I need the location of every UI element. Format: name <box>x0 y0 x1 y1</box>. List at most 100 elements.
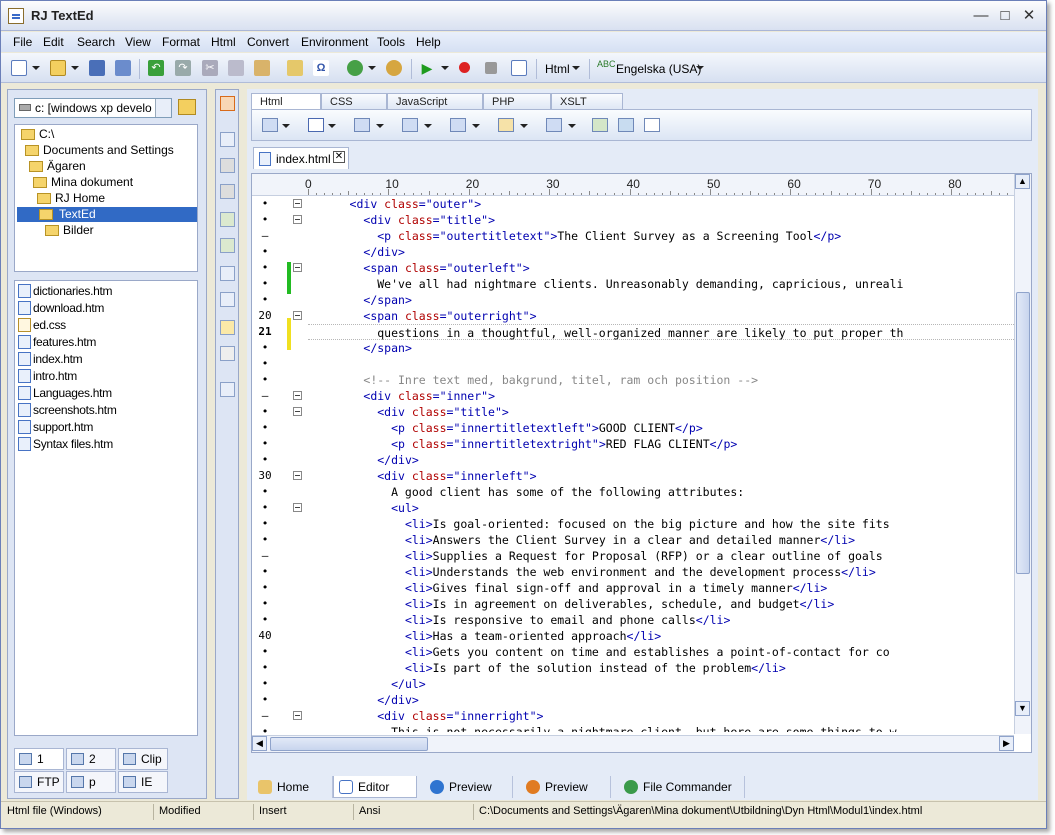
window-icon[interactable] <box>220 382 235 397</box>
fold-toggle-icon[interactable] <box>293 311 302 320</box>
scroll-thumb[interactable] <box>270 737 428 751</box>
tab-xslt[interactable]: XSLT <box>551 93 623 109</box>
save-icon[interactable] <box>89 60 105 76</box>
code-line[interactable]: <div class="outer"> <box>308 196 482 212</box>
list-icon[interactable] <box>450 118 466 132</box>
tree-node[interactable]: C:\ <box>19 127 54 142</box>
code-line[interactable]: <div class="innerleft"> <box>308 468 536 484</box>
chevron-down-icon[interactable] <box>441 66 449 70</box>
vertical-scrollbar[interactable]: ▲ ▼ <box>1014 174 1031 734</box>
code-line[interactable]: </ul> <box>308 676 426 692</box>
tab-css[interactable]: CSS <box>321 93 387 109</box>
omega-symbol-icon[interactable]: Ω <box>313 60 329 76</box>
code-line[interactable]: We've all had nightmare clients. Unreaso… <box>308 276 903 292</box>
fold-toggle-icon[interactable] <box>293 215 302 224</box>
folder-up-icon[interactable] <box>178 99 196 115</box>
scroll-thumb[interactable] <box>1016 292 1030 574</box>
horizontal-scrollbar[interactable]: ◀ ▶ <box>252 735 1014 752</box>
code-line[interactable]: </span> <box>308 340 411 356</box>
file-item[interactable]: Syntax files.htm <box>17 436 113 452</box>
close-panel-icon[interactable] <box>220 96 235 111</box>
redo-icon[interactable]: ↷ <box>175 60 191 76</box>
code-line[interactable]: <div class="title"> <box>308 404 509 420</box>
page-icon[interactable] <box>220 132 235 147</box>
tree-node[interactable]: RJ Home <box>35 191 105 206</box>
code-line[interactable]: <p class="innertitletextleft">GOOD CLIEN… <box>308 420 703 436</box>
maximize-button[interactable]: □ <box>995 7 1015 25</box>
file-item[interactable]: dictionaries.htm <box>17 283 113 299</box>
code-line[interactable]: <li>Is responsive to email and phone cal… <box>308 612 730 628</box>
tab-php[interactable]: PHP <box>483 93 551 109</box>
tab-ie[interactable]: IE <box>118 771 168 793</box>
menu-view[interactable]: View <box>125 35 151 49</box>
tab-clip[interactable]: Clip <box>118 748 168 770</box>
tab-2[interactable]: 2 <box>66 748 116 770</box>
form-icon[interactable] <box>498 118 514 132</box>
menu-file[interactable]: File <box>13 35 32 49</box>
chevron-down-icon[interactable] <box>32 66 40 70</box>
outdent-icon[interactable] <box>220 238 235 253</box>
export-page-icon[interactable] <box>220 292 235 307</box>
file-item[interactable]: download.htm <box>17 300 104 316</box>
page-gray-icon[interactable] <box>220 158 235 173</box>
indent-icon[interactable] <box>220 212 235 227</box>
spellcheck-icon[interactable]: ABC <box>597 60 616 76</box>
code-line[interactable]: </div> <box>308 244 405 260</box>
menu-environment[interactable]: Environment <box>301 35 368 49</box>
code-line[interactable]: </div> <box>308 452 419 468</box>
settings-gear-icon[interactable] <box>386 60 402 76</box>
scroll-up-icon[interactable]: ▲ <box>1015 174 1030 189</box>
tree-node[interactable]: Documents and Settings <box>23 143 174 158</box>
chevron-down-icon[interactable] <box>472 124 480 128</box>
code-area[interactable]: <div class="outer"> <div class="title"> … <box>308 196 1014 732</box>
file-item[interactable]: support.htm <box>17 419 93 435</box>
fold-toggle-icon[interactable] <box>293 711 302 720</box>
code-line[interactable]: <li>Gets you content on time and establi… <box>308 644 890 660</box>
minimize-button[interactable]: — <box>971 7 991 25</box>
mode-select[interactable]: Html <box>545 62 570 76</box>
table-icon[interactable] <box>546 118 562 132</box>
code-line[interactable]: <li>Is goal-oriented: focused on the big… <box>308 516 890 532</box>
tag-icon[interactable] <box>308 118 324 132</box>
record-icon[interactable] <box>459 62 470 73</box>
edit-macro-icon[interactable] <box>511 60 527 76</box>
title-bar[interactable]: RJ TextEd — □ ✕ <box>1 1 1046 31</box>
stop-icon[interactable] <box>485 62 497 74</box>
paste-icon[interactable] <box>254 60 270 76</box>
cut-icon[interactable]: ✂ <box>202 60 218 76</box>
tab-1[interactable]: 1 <box>14 748 64 770</box>
chevron-down-icon[interactable] <box>71 66 79 70</box>
code-line[interactable]: <p class="outertitletext">The Client Sur… <box>308 228 841 244</box>
fold-toggle-icon[interactable] <box>293 391 302 400</box>
chevron-down-icon[interactable] <box>328 124 336 128</box>
tab-html[interactable]: Html <box>251 93 321 109</box>
chevron-down-icon[interactable] <box>376 124 384 128</box>
fold-toggle-icon[interactable] <box>293 471 302 480</box>
open-folder-icon[interactable] <box>50 60 66 76</box>
code-line[interactable]: questions in a thoughtful, well-organize… <box>308 324 1014 340</box>
file-item[interactable]: screenshots.htm <box>17 402 117 418</box>
menu-format[interactable]: Format <box>162 35 200 49</box>
tree-node-selected[interactable]: TextEd <box>17 207 197 222</box>
tree-node[interactable]: Ägaren <box>27 159 86 174</box>
file-item[interactable]: index.htm <box>17 351 83 367</box>
menu-html[interactable]: Html <box>211 35 236 49</box>
scroll-down-icon[interactable]: ▼ <box>1015 701 1030 716</box>
chevron-down-icon[interactable] <box>696 66 704 70</box>
file-item[interactable]: Languages.htm <box>17 385 112 401</box>
code-line[interactable]: <div class="inner"> <box>308 388 495 404</box>
code-line[interactable]: This is not necessarily a nightmare clie… <box>308 724 896 732</box>
code-editor[interactable]: 0 10 20 30 40 50 60 70 80 • • – • • • • 20 21 • • • – • • • • 30 •… <box>251 173 1032 753</box>
code-line[interactable]: <li>Answers the Client Survey in a clear… <box>308 532 855 548</box>
code-line[interactable] <box>308 356 350 372</box>
eraser-icon[interactable] <box>220 346 235 361</box>
code-line[interactable]: </span> <box>308 292 411 308</box>
menu-search[interactable]: Search <box>77 35 115 49</box>
code-line[interactable]: <span class="outerright"> <box>308 308 536 324</box>
chevron-down-icon[interactable] <box>520 124 528 128</box>
fold-toggle-icon[interactable] <box>293 263 302 272</box>
tab-javascript[interactable]: JavaScript <box>387 93 483 109</box>
code-line[interactable]: </div> <box>308 692 419 708</box>
code-line[interactable]: <li>Is in agreement on deliverables, sch… <box>308 596 834 612</box>
tab-home[interactable]: Home <box>253 776 333 798</box>
